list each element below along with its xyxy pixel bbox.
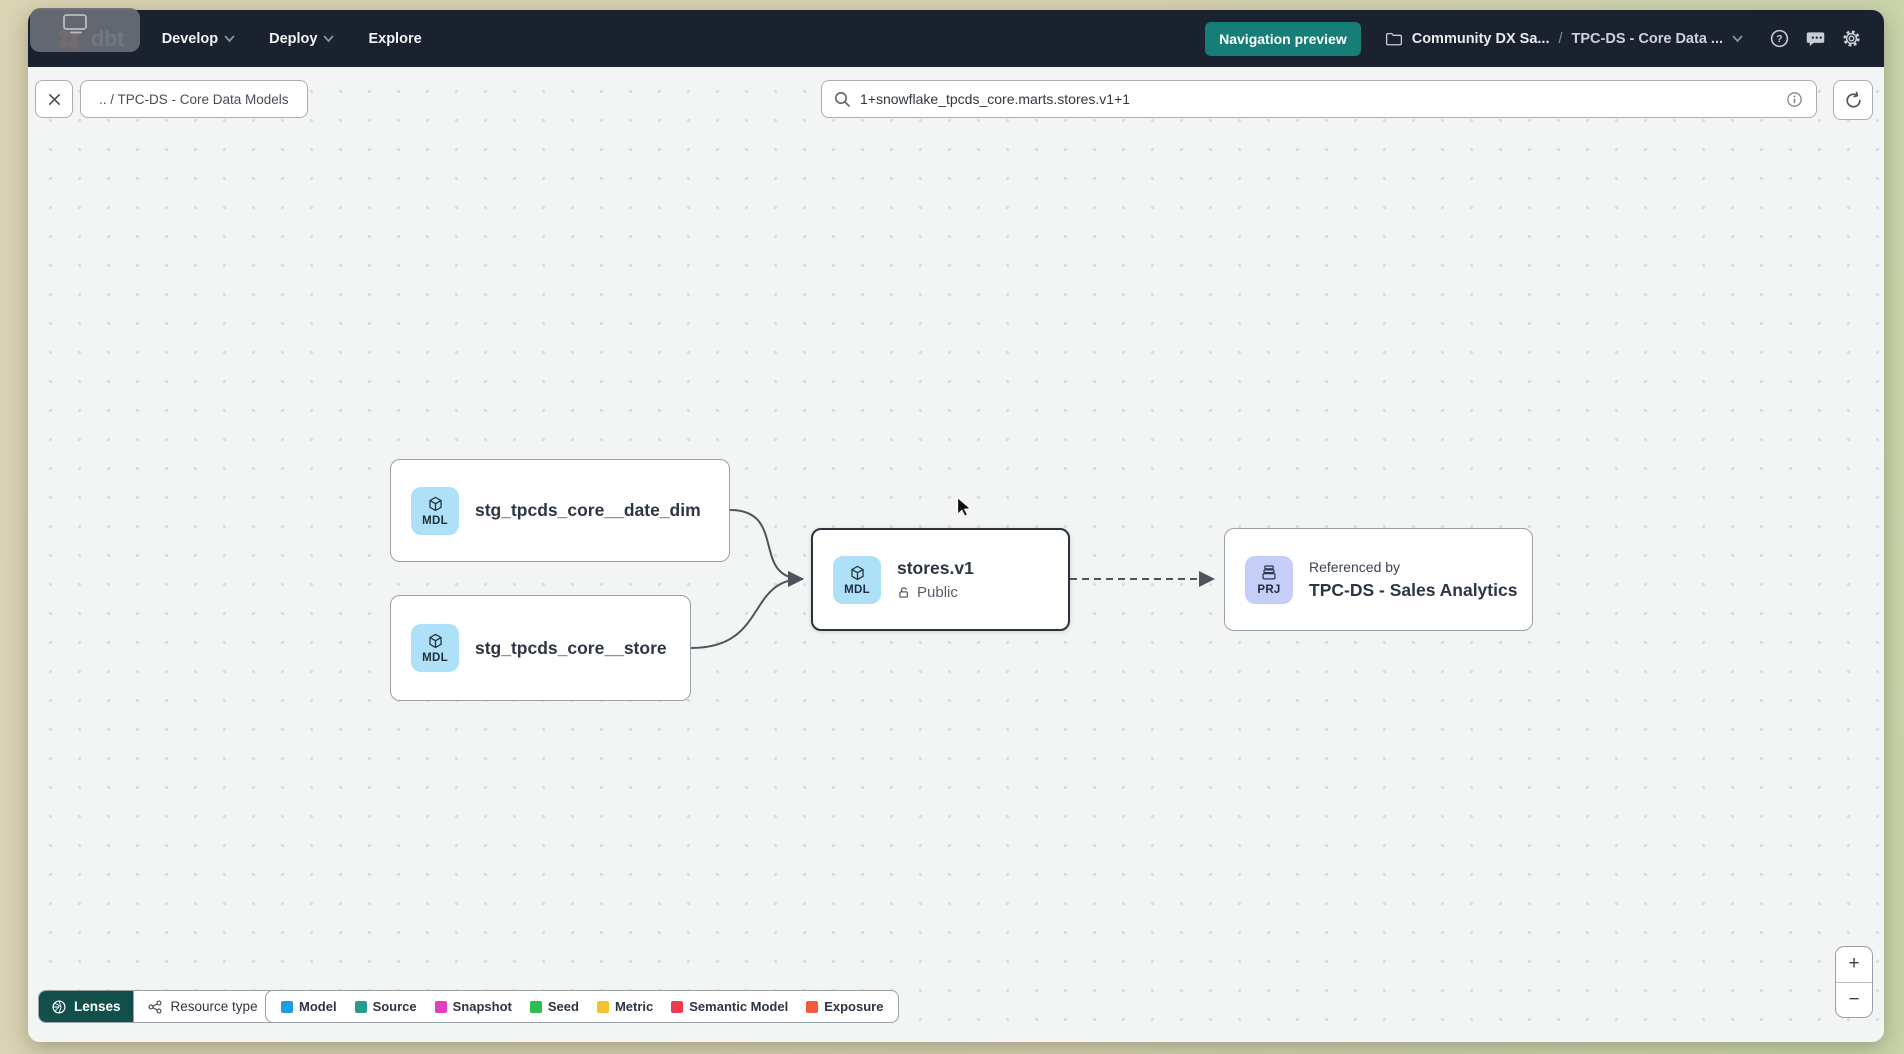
info-icon[interactable] <box>1785 90 1804 109</box>
folder-icon <box>1385 31 1403 47</box>
model-badge: MDL <box>411 487 459 535</box>
legend-item-seed: Seed <box>530 999 579 1014</box>
badge-label: PRJ <box>1257 584 1280 596</box>
lineage-canvas[interactable]: .. / TPC-DS - Core Data Models <box>28 67 1884 1042</box>
legend-item-snapshot: Snapshot <box>435 999 512 1014</box>
resource-type-label: Resource type <box>171 999 258 1014</box>
lock-open-icon <box>897 585 911 600</box>
node-label: stores.v1 <box>897 558 974 579</box>
resource-graph-icon <box>147 999 163 1015</box>
model-badge: MDL <box>833 556 881 604</box>
cube-icon <box>426 495 445 514</box>
mouse-cursor <box>956 497 973 517</box>
access-row: Public <box>897 584 974 601</box>
nav-item-label: Develop <box>162 31 218 47</box>
access-label: Public <box>917 584 958 601</box>
node-label: TPC-DS - Sales Analytics <box>1309 580 1517 601</box>
resource-type-legend: Model Source Snapshot Seed Metric Semant… <box>265 990 899 1023</box>
legend-swatch <box>597 1001 609 1013</box>
zoom-in-button[interactable]: + <box>1836 947 1872 983</box>
nav-item-deploy[interactable]: Deploy <box>269 31 334 47</box>
top-navbar: dbt Develop Deploy Explore Navigation pr… <box>28 10 1884 67</box>
legend-item-model: Model <box>281 999 337 1014</box>
zoom-out-button[interactable]: − <box>1836 983 1872 1018</box>
feedback-icon[interactable] <box>1805 28 1826 49</box>
app-window: dbt Develop Deploy Explore Navigation pr… <box>28 10 1884 1042</box>
legend-swatch <box>281 1001 293 1013</box>
referenced-by-label: Referenced by <box>1309 559 1517 575</box>
chevron-down-icon[interactable] <box>1732 35 1743 43</box>
path-separator: / <box>1559 31 1563 47</box>
project-stack-icon <box>1259 563 1279 583</box>
lens-controls: Lenses Resource type <box>38 990 291 1023</box>
navbar-right: Navigation preview Community DX Sa... / … <box>1205 22 1862 56</box>
search-icon <box>834 91 851 108</box>
svg-text:?: ? <box>1776 33 1782 45</box>
project-badge: PRJ <box>1245 556 1293 604</box>
lineage-search <box>821 80 1817 118</box>
screen-share-overlay <box>30 8 140 52</box>
help-icon[interactable]: ? <box>1769 28 1790 49</box>
account-name[interactable]: Community DX Sa... <box>1412 31 1550 47</box>
account-breadcrumb: Community DX Sa... / TPC-DS - Core Data … <box>1385 31 1743 47</box>
nav-item-label: Deploy <box>269 31 317 47</box>
node-label: stg_tpcds_core__date_dim <box>475 500 701 521</box>
nav-item-develop[interactable]: Develop <box>162 31 235 47</box>
close-icon <box>47 92 62 107</box>
nav-item-label: Explore <box>368 31 421 47</box>
navigation-preview-button[interactable]: Navigation preview <box>1205 22 1361 56</box>
nav-menu: Develop Deploy Explore <box>162 31 422 47</box>
model-badge: MDL <box>411 624 459 672</box>
badge-label: MDL <box>422 652 448 664</box>
gear-icon[interactable] <box>1841 28 1862 49</box>
legend-swatch <box>530 1001 542 1013</box>
breadcrumb[interactable]: .. / TPC-DS - Core Data Models <box>80 80 308 118</box>
node-label: stg_tpcds_core__store <box>475 638 667 659</box>
node-stg-tpcds-core-store[interactable]: MDL stg_tpcds_core__store <box>390 595 691 701</box>
edge-date-dim-to-stores <box>730 510 803 579</box>
chevron-down-icon <box>323 35 334 43</box>
legend-swatch <box>806 1001 818 1013</box>
legend-swatch <box>355 1001 367 1013</box>
edge-store-to-stores <box>691 579 803 648</box>
search-input[interactable] <box>860 91 1776 107</box>
legend-item-semantic-model: Semantic Model <box>671 999 788 1014</box>
legend-item-source: Source <box>355 999 417 1014</box>
legend-swatch <box>435 1001 447 1013</box>
lens-icon <box>51 999 67 1015</box>
node-tpcds-sales-analytics[interactable]: PRJ Referenced by TPC-DS - Sales Analyti… <box>1224 528 1533 631</box>
refresh-button[interactable] <box>1833 80 1873 120</box>
zoom-controls: + − <box>1835 946 1873 1018</box>
breadcrumb-label: .. / TPC-DS - Core Data Models <box>99 92 289 107</box>
legend-swatch <box>671 1001 683 1013</box>
lenses-label: Lenses <box>74 999 121 1014</box>
close-button[interactable] <box>35 80 73 118</box>
navbar-icon-group: ? <box>1769 28 1862 49</box>
node-stores-v1[interactable]: MDL stores.v1 Public <box>811 528 1070 631</box>
project-name[interactable]: TPC-DS - Core Data ... <box>1572 31 1723 47</box>
badge-label: MDL <box>422 515 448 527</box>
display-icon <box>62 13 90 35</box>
nav-item-explore[interactable]: Explore <box>368 31 421 47</box>
legend-item-exposure: Exposure <box>806 999 883 1014</box>
badge-label: MDL <box>844 584 870 596</box>
node-stg-tpcds-core-date-dim[interactable]: MDL stg_tpcds_core__date_dim <box>390 459 730 562</box>
lenses-button[interactable]: Lenses <box>39 991 133 1022</box>
refresh-icon <box>1844 91 1863 110</box>
cube-icon <box>426 632 445 651</box>
cube-icon <box>848 564 867 583</box>
chevron-down-icon <box>224 35 235 43</box>
legend-item-metric: Metric <box>597 999 653 1014</box>
